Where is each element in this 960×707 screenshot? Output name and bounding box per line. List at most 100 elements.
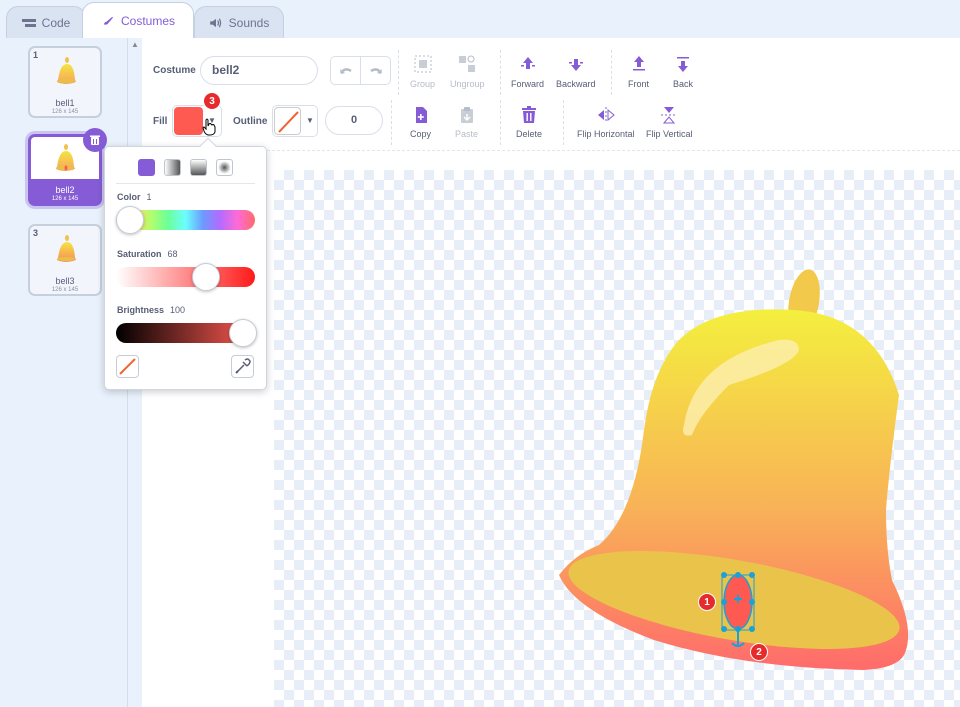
saturation-slider-handle[interactable] bbox=[192, 263, 220, 291]
paste-icon bbox=[460, 107, 473, 123]
trash-icon bbox=[90, 135, 100, 145]
costume-name: bell3 bbox=[55, 276, 75, 286]
costume-size: 126 x 145 bbox=[51, 109, 79, 115]
costume-size: 126 x 145 bbox=[51, 196, 79, 202]
front-button[interactable]: Front bbox=[628, 54, 649, 89]
flip-vertical-button[interactable]: Flip Vertical bbox=[646, 106, 693, 139]
tab-code[interactable]: Code bbox=[6, 6, 86, 39]
outline-color-picker[interactable]: ▼ bbox=[272, 105, 318, 137]
copy-button[interactable]: Copy bbox=[410, 106, 431, 139]
eyedropper-button[interactable] bbox=[231, 355, 254, 378]
tab-sounds[interactable]: Sounds bbox=[194, 6, 284, 39]
no-color-icon bbox=[119, 358, 136, 375]
step-badge-3: 3 bbox=[203, 92, 221, 110]
front-label: Front bbox=[628, 79, 650, 89]
group-icon bbox=[414, 55, 431, 73]
tab-costumes[interactable]: Costumes bbox=[82, 2, 194, 39]
saturation-slider-label: Saturation 68 bbox=[117, 249, 178, 259]
flip-vertical-icon bbox=[661, 107, 678, 124]
undo-button[interactable] bbox=[331, 57, 361, 84]
scroll-up-icon[interactable]: ▲ bbox=[131, 40, 139, 49]
solid-fill-button[interactable] bbox=[138, 159, 155, 176]
ungroup-icon bbox=[459, 55, 476, 72]
eyedropper-icon bbox=[235, 358, 251, 374]
fill-label: Fill bbox=[153, 116, 168, 127]
redo-button[interactable] bbox=[361, 57, 390, 84]
brightness-slider-label: Brightness 100 bbox=[117, 305, 185, 315]
selected-shape[interactable] bbox=[714, 565, 764, 655]
group-label: Group bbox=[410, 79, 436, 89]
costume-name: bell1 bbox=[55, 98, 75, 108]
tab-bar: Code Costumes Sounds bbox=[0, 0, 960, 39]
forward-button[interactable]: Forward bbox=[511, 54, 544, 89]
costume-size: 126 x 145 bbox=[51, 287, 79, 293]
divider bbox=[500, 50, 501, 95]
flip-vertical-label: Flip Vertical bbox=[646, 129, 693, 139]
code-icon bbox=[21, 19, 36, 27]
hand-cursor-icon bbox=[202, 118, 216, 136]
flip-horizontal-icon bbox=[597, 107, 615, 123]
tab-code-label: Code bbox=[41, 16, 71, 30]
costume-item-bell3[interactable]: 3 bell3 126 x 145 bbox=[28, 224, 102, 296]
paste-button[interactable]: Paste bbox=[455, 106, 478, 139]
bell-thumbnail-icon bbox=[57, 235, 76, 262]
speaker-icon bbox=[209, 18, 221, 28]
chevron-down-icon[interactable]: ▼ bbox=[306, 116, 314, 125]
step-badge-1: 1 bbox=[698, 593, 716, 611]
divider bbox=[563, 100, 564, 145]
no-fill-button[interactable] bbox=[116, 355, 139, 378]
color-slider-handle[interactable] bbox=[116, 206, 144, 234]
horizontal-gradient-button[interactable] bbox=[164, 159, 181, 176]
delete-label: Delete bbox=[516, 129, 543, 139]
back-label: Back bbox=[673, 79, 694, 89]
delete-button[interactable]: Delete bbox=[516, 106, 542, 139]
radial-gradient-button[interactable] bbox=[216, 159, 233, 176]
ungroup-label: Ungroup bbox=[450, 79, 485, 89]
saturation-slider[interactable] bbox=[116, 267, 255, 287]
costume-name-input[interactable]: bell2 bbox=[200, 56, 318, 85]
bell-thumbnail-icon bbox=[57, 57, 76, 84]
vertical-gradient-button[interactable] bbox=[190, 159, 207, 176]
undo-redo-group bbox=[330, 56, 391, 85]
brightness-label: Brightness bbox=[117, 305, 165, 315]
color-slider-label: Color 1 bbox=[117, 192, 152, 202]
color-value: 1 bbox=[146, 192, 152, 202]
divider bbox=[391, 100, 392, 145]
backward-button[interactable]: Backward bbox=[556, 54, 596, 89]
step-badge-2: 2 bbox=[750, 643, 768, 661]
outline-label: Outline bbox=[233, 116, 268, 127]
trash-icon bbox=[522, 106, 536, 123]
costume-name: bell2 bbox=[55, 185, 75, 195]
paint-canvas[interactable] bbox=[274, 170, 960, 707]
tab-costumes-label: Costumes bbox=[120, 14, 176, 28]
costume-number: 1 bbox=[33, 50, 39, 60]
undo-icon bbox=[339, 67, 352, 74]
costume-item-bell1[interactable]: 1 bell1 126 x 145 bbox=[28, 46, 102, 118]
saturation-value: 68 bbox=[167, 249, 178, 259]
costume-label: Costume bbox=[153, 65, 196, 76]
group-button[interactable]: Group bbox=[410, 54, 435, 89]
divider bbox=[500, 100, 501, 145]
bell-drawing[interactable] bbox=[274, 170, 960, 707]
forward-icon bbox=[520, 57, 535, 69]
brightness-slider-handle[interactable] bbox=[229, 319, 257, 347]
color-label: Color bbox=[117, 192, 141, 202]
copy-icon bbox=[415, 107, 427, 123]
back-button[interactable]: Back bbox=[673, 54, 693, 89]
flip-horizontal-button[interactable]: Flip Horizontal bbox=[577, 106, 635, 139]
fill-color-swatch[interactable] bbox=[174, 107, 203, 135]
ungroup-button[interactable]: Ungroup bbox=[450, 54, 485, 89]
outline-color-swatch[interactable] bbox=[274, 107, 301, 135]
no-color-icon bbox=[278, 111, 299, 133]
divider bbox=[116, 183, 255, 184]
costume-number: 2 bbox=[34, 139, 40, 149]
backward-icon bbox=[568, 59, 583, 71]
back-icon bbox=[677, 57, 689, 72]
redo-icon bbox=[369, 67, 382, 74]
brush-icon bbox=[103, 16, 113, 25]
bell-thumbnail-icon bbox=[56, 144, 75, 171]
forward-label: Forward bbox=[511, 79, 545, 89]
fill-color-popover: Color 1 Saturation 68 Brightness 100 bbox=[104, 137, 267, 390]
outline-width-input[interactable]: 0 bbox=[325, 106, 383, 135]
brightness-value: 100 bbox=[170, 305, 186, 315]
